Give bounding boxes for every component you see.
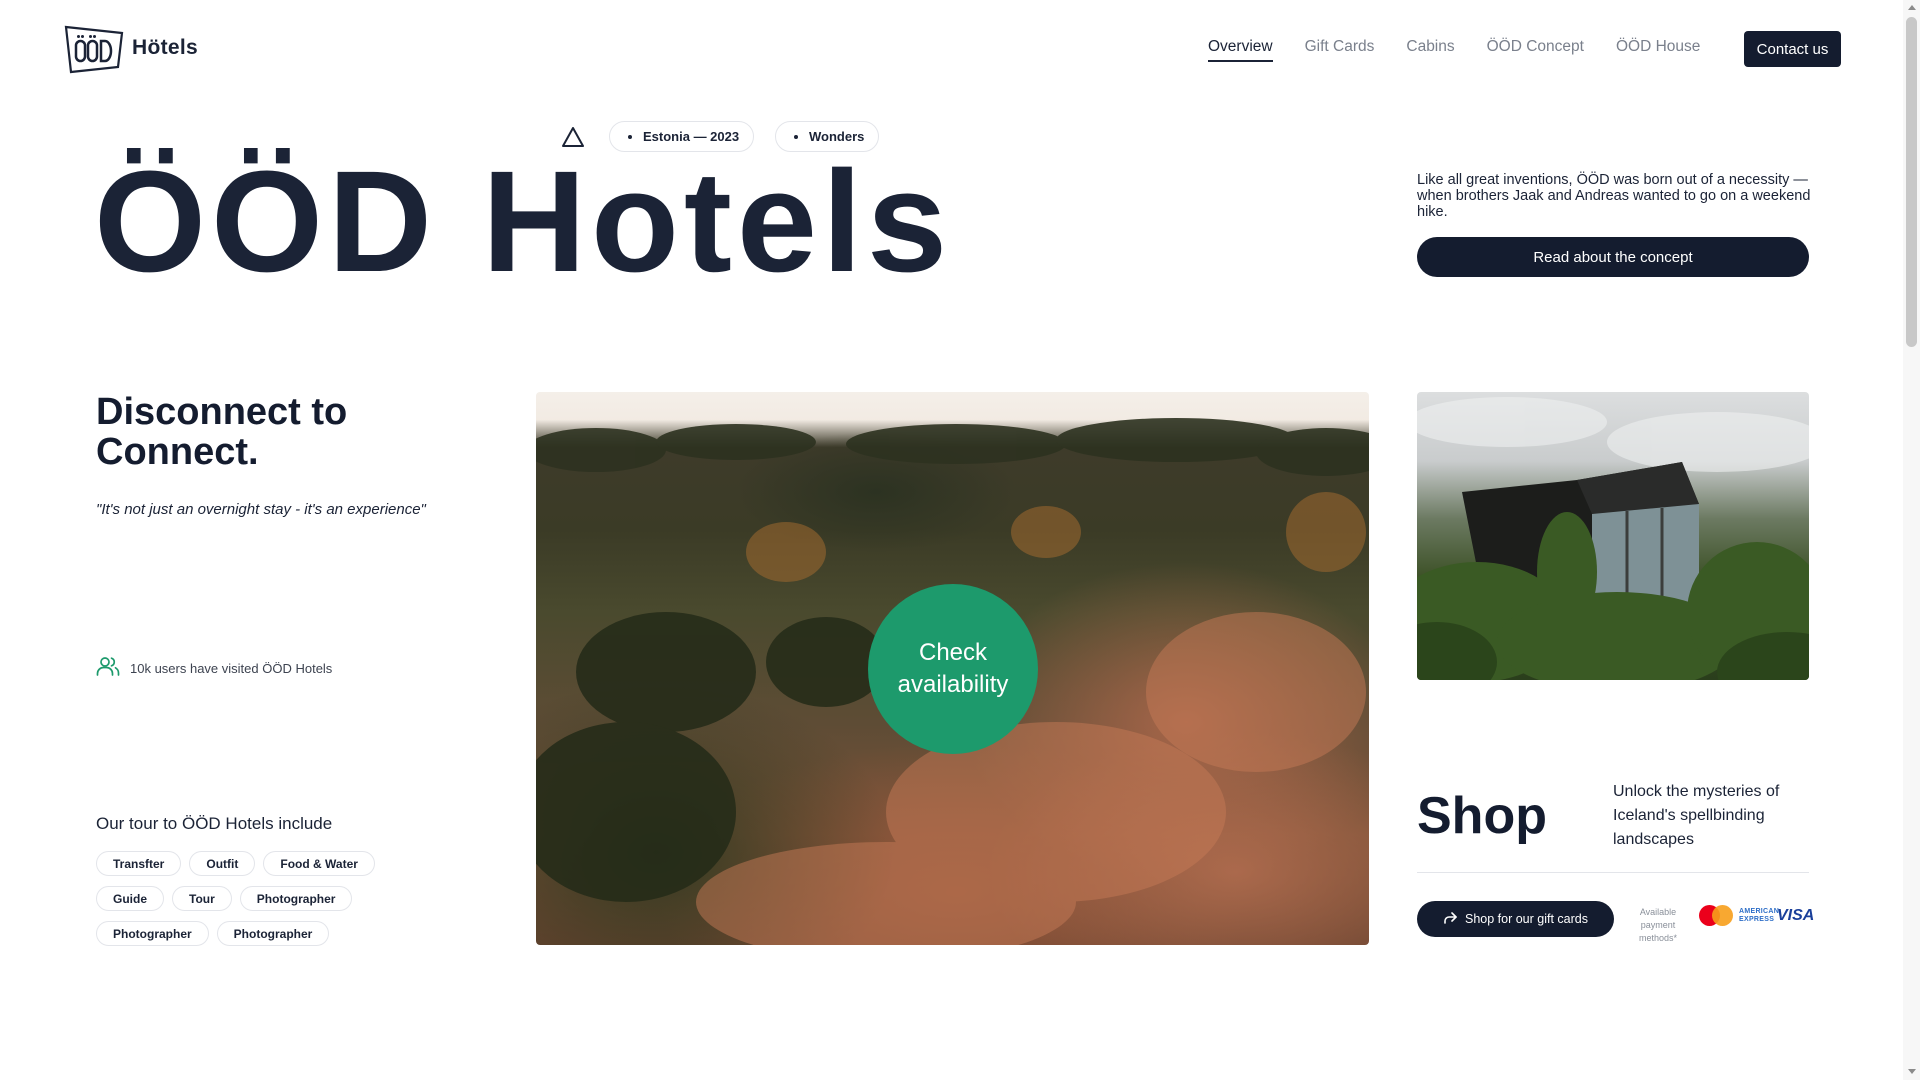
payment-methods-label: Available payment methods* — [1638, 907, 1678, 943]
scroll-down-icon[interactable] — [1908, 1069, 1916, 1074]
divider — [1417, 872, 1809, 873]
hero-title: ÖÖD Hotels — [94, 141, 953, 302]
visa-icon: VISA — [1777, 906, 1815, 924]
section-heading: Disconnect to Connect. — [96, 391, 348, 473]
shop-button-label: Shop for our gift cards — [1465, 912, 1588, 926]
scroll-up-icon[interactable] — [1908, 5, 1916, 10]
mastercard-icon — [1699, 905, 1733, 926]
amex-icon: AMERICAN EXPRESS — [1739, 907, 1780, 923]
logo-mark-icon — [64, 24, 124, 74]
check-availability-button[interactable]: Check availability — [868, 584, 1038, 754]
tour-chip-tour: Tour — [172, 886, 232, 911]
read-concept-button[interactable]: Read about the concept — [1417, 237, 1809, 277]
nav-overview[interactable]: Overview — [1208, 38, 1273, 62]
tour-title: Our tour to ÖÖD Hotels include — [96, 814, 333, 833]
tour-chip-guide: Guide — [96, 886, 165, 911]
share-arrow-icon — [1443, 911, 1457, 927]
logo[interactable]: Hötels — [64, 24, 198, 74]
tour-chip-photographer: Photographer — [96, 921, 209, 946]
visitors-stat: 10k users have visited ÖÖD Hotels — [96, 656, 332, 681]
bullet-icon — [794, 134, 798, 139]
tour-chip-photographer: Photographer — [239, 886, 353, 911]
scrollbar[interactable] — [1903, 0, 1920, 1080]
users-icon — [96, 656, 120, 681]
nav-ood-house[interactable]: ÖÖD House — [1616, 38, 1700, 62]
logo-text: Hötels — [132, 36, 198, 59]
tagline-quote: "It's not just an overnight stay - it's … — [96, 501, 426, 518]
nav-gift-cards[interactable]: Gift Cards — [1305, 38, 1375, 62]
tour-chip-food-water: Food & Water — [263, 851, 375, 876]
tour-chip-outfit: Outfit — [189, 851, 256, 876]
tour-chip-transfer: Transfter — [96, 851, 182, 876]
main-nav: Overview Gift Cards Cabins ÖÖD Concept Ö… — [1208, 38, 1700, 62]
scrollbar-thumb[interactable] — [1906, 17, 1917, 347]
tour-chip-photographer: Photographer — [216, 921, 330, 946]
shop-title: Shop — [1417, 787, 1547, 845]
bullet-icon — [628, 134, 632, 139]
hero-description: Like all great inventions, ÖÖD was born … — [1417, 172, 1811, 220]
shop-gift-cards-button[interactable]: Shop for our gift cards — [1417, 901, 1614, 937]
payment-methods: AMERICAN EXPRESS VISA — [1699, 905, 1814, 926]
nav-ood-concept[interactable]: ÖÖD Concept — [1487, 38, 1584, 62]
nav-cabins[interactable]: Cabins — [1406, 38, 1454, 62]
visitors-text: 10k users have visited ÖÖD Hotels — [130, 661, 333, 676]
contact-us-button[interactable]: Contact us — [1744, 31, 1841, 67]
shop-description: Unlock the mysteries of Iceland's spellb… — [1613, 783, 1780, 848]
tour-items: Transfter Outfit Food & Water Guide Tour… — [96, 851, 375, 946]
cabin-photo — [1417, 392, 1809, 680]
